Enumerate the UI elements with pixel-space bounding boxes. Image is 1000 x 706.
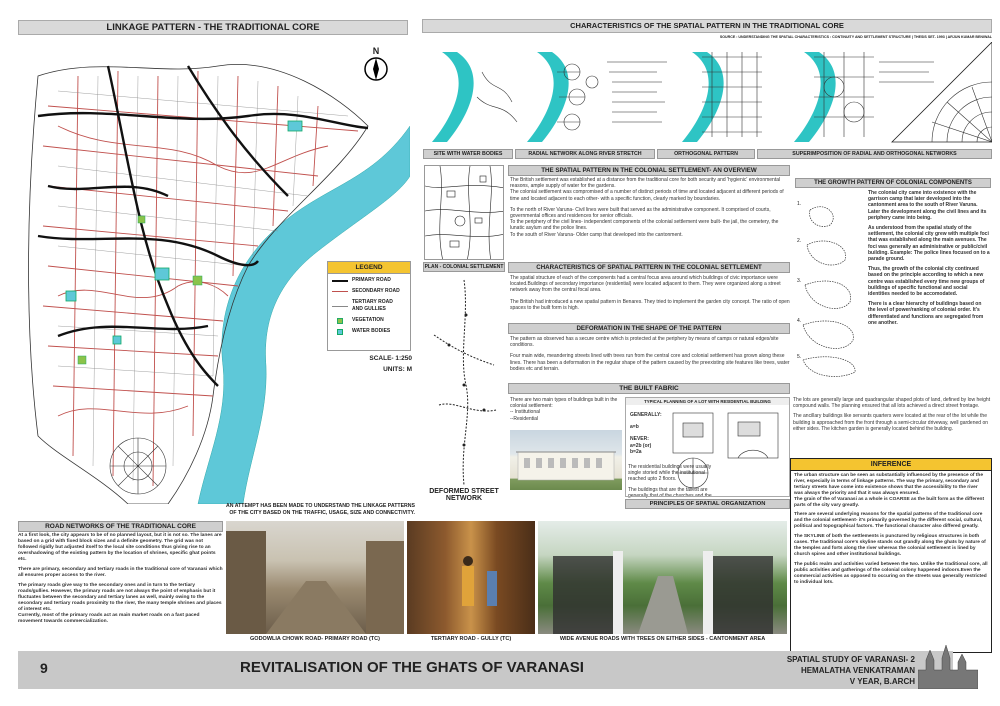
- colonial-plan-sketch: [424, 165, 504, 260]
- map-legend: LEGEND PRIMARY ROAD SECONDARY ROAD TERTI…: [327, 261, 411, 351]
- growth-step-3: 3.: [797, 278, 801, 284]
- photo-avenue: [538, 521, 787, 634]
- deformed-label: DEFORMED STREET NETWORK: [429, 488, 499, 502]
- photo-avenue-caption: WIDE AVENUE ROADS WITH TREES ON EITHER S…: [559, 636, 766, 642]
- north-label: N: [372, 46, 380, 56]
- legend-tertiary: TERTIARY ROAD AND GULLIES: [332, 299, 406, 313]
- growth-step-4: 4.: [797, 318, 801, 324]
- deformation-text: The pattern as observed has a secure cen…: [510, 336, 790, 372]
- right-title: CHARACTERISTICS OF THE SPATIAL PATTERN I…: [422, 19, 992, 33]
- legend-vegetation: VEGETATION: [332, 317, 406, 324]
- skyline-sketch: [917, 640, 979, 690]
- caption-radial: RADIAL NETWORK ALONG RIVER STRETCH: [515, 149, 655, 159]
- photo-godowlia: [226, 521, 404, 634]
- typical-planning-label: TYPICAL PLANNING OF A LOT WITH RESIDENTI…: [626, 398, 789, 405]
- map-scale: SCALE- 1:250 UNITS: M: [369, 355, 412, 373]
- inference-title: INFERENCE: [791, 459, 991, 471]
- lot-planning-diagram: TYPICAL PLANNING OF A LOT WITH RESIDENTI…: [625, 397, 790, 497]
- footer-credits: SPATIAL STUDY OF VARANASI- 2 HEMALATHA VE…: [786, 655, 915, 686]
- colonial-building-photo: [510, 430, 622, 490]
- caption-site-water: SITE WITH WATER BODIES: [423, 149, 513, 159]
- sketch-row: [422, 41, 993, 147]
- growth-step-2: 2.: [797, 238, 801, 244]
- roads-text: At a first look, the city appears to be …: [18, 533, 223, 624]
- photo-godowlia-caption: GODOWLIA CHOWK ROAD- PRIMARY ROAD (TC): [250, 636, 380, 642]
- caption-superimposition: SUPERIMPOSITION OF RADIAL AND ORTHOGONAL…: [757, 149, 992, 159]
- growth-step-1: 1.: [797, 201, 801, 207]
- legend-water: WATER BODIES: [332, 328, 406, 335]
- built-right-text: The lots are generally large and quadran…: [793, 397, 991, 432]
- legend-secondary: SECONDARY ROAD: [332, 288, 406, 295]
- growth-step-5: 5.: [797, 354, 801, 360]
- source-line: SOURCE : UNDERSTANDING THE SPATIAL CHARA…: [719, 35, 992, 39]
- deformed-network-sketch: [424, 275, 504, 490]
- footer-title: REVITALISATION OF THE GHATS OF VARANASI: [240, 659, 584, 676]
- map-caption: AN ATTEMPT HAS BEEN MADE TO UNDERSTAND T…: [226, 503, 415, 516]
- left-title: LINKAGE PATTERN - THE TRADITIONAL CORE: [18, 20, 408, 35]
- overview-title: THE SPATIAL PATTERN IN THE COLONIAL SETT…: [508, 165, 790, 176]
- legend-title: LEGEND: [328, 262, 410, 274]
- inference-box: INFERENCE The urban structure can be see…: [790, 458, 992, 653]
- sketch-diagrams: [432, 41, 993, 143]
- built-types: There are two main types of buildings bu…: [510, 397, 618, 422]
- built-title: THE BUILT FABRIC: [508, 383, 790, 394]
- roads-title: ROAD NETWORKS OF THE TRADITIONAL CORE: [18, 521, 223, 532]
- growth-text: The colonial city came into existence wi…: [868, 190, 990, 326]
- growth-title: THE GROWTH PATTERN OF COLONIAL COMPONENT…: [795, 178, 991, 188]
- page-number: 9: [40, 660, 48, 676]
- north-arrow: N: [362, 46, 390, 86]
- compass-icon: [364, 57, 388, 81]
- caption-orthogonal: ORTHOGONAL PATTERN: [657, 149, 755, 159]
- principles-label: PRINCIPLES OF SPATIAL ORGANIZATION: [625, 499, 790, 509]
- photo-gully: [407, 521, 535, 634]
- overview-text: The British settlement was established a…: [510, 177, 784, 238]
- plan-colonial-label: PLAN - COLONIAL SETTLEMENT: [423, 262, 505, 272]
- growth-sketches: 1. 2. 3. 4. 5.: [795, 190, 865, 380]
- photo-gully-caption: TERTIARY ROAD - GULLY (TC): [430, 636, 512, 642]
- deformation-title: DEFORMATION IN THE SHAPE OF THE PATTERN: [508, 323, 790, 334]
- legend-primary: PRIMARY ROAD: [332, 277, 406, 284]
- colonial-char-title: CHARACTERISTICS OF SPATIAL PATTERN IN TH…: [508, 262, 790, 273]
- colonial-char-text: The spatial structure of each of the com…: [510, 275, 790, 311]
